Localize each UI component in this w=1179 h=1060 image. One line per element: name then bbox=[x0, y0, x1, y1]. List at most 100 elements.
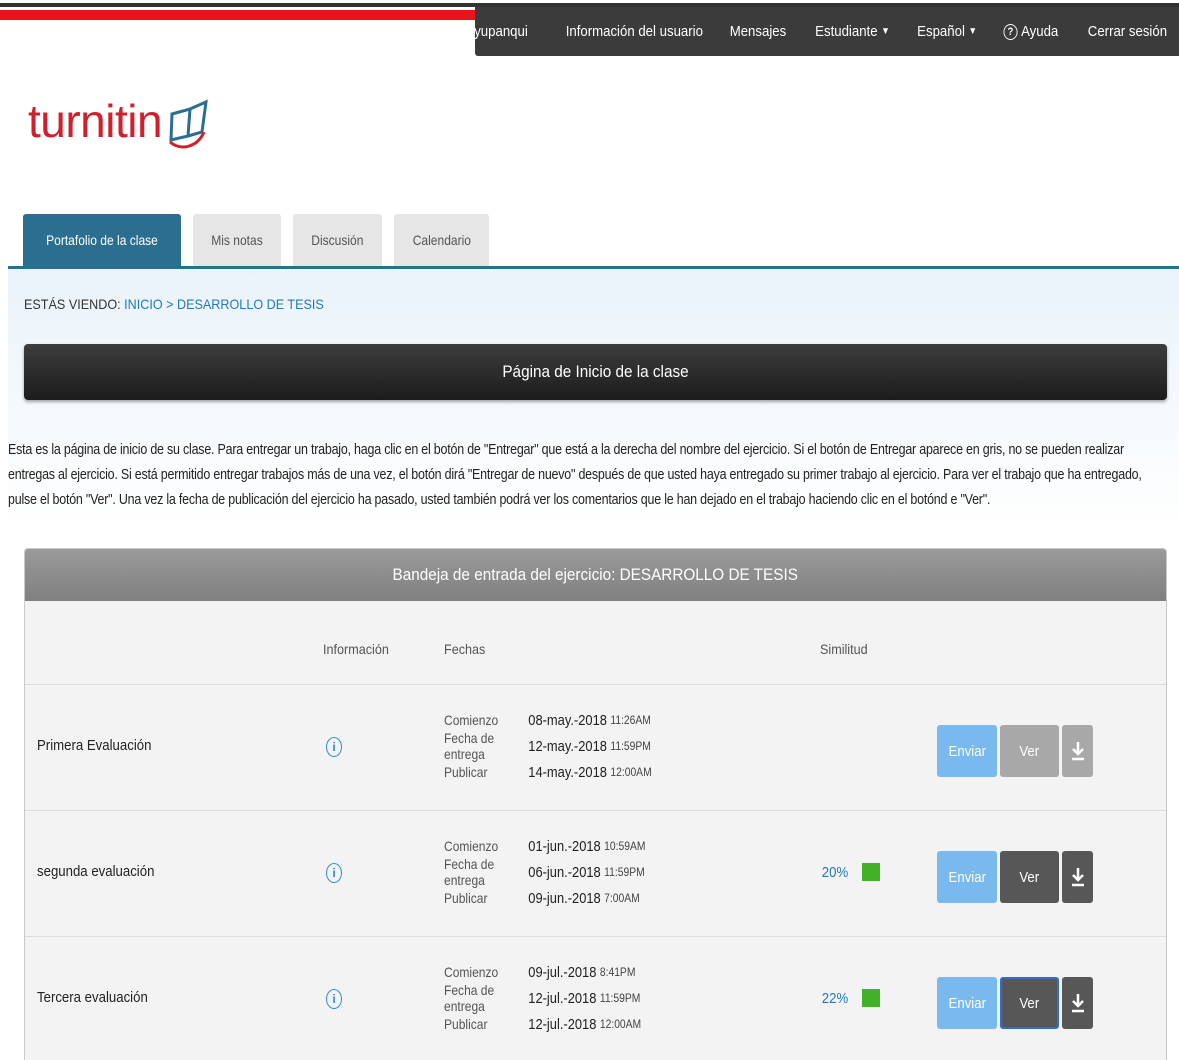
inbox-header: Bandeja de entrada del ejercicio: DESARR… bbox=[25, 549, 1166, 601]
role-label: Estudiante bbox=[814, 23, 878, 40]
due-date: 06-jun.-2018 bbox=[528, 863, 601, 881]
due-time: 11:59PM bbox=[610, 739, 651, 753]
inbox-column-headers: Información Fechas Similitud bbox=[25, 601, 1166, 685]
top-navigation: clinton dani ramos yupanqui Información … bbox=[363, 7, 1179, 56]
messages-label: Mensajes bbox=[729, 23, 786, 40]
submit-button[interactable]: Enviar bbox=[937, 725, 997, 777]
caret-down-icon: ▼ bbox=[967, 26, 977, 37]
tab-my-grades[interactable]: Mis notas bbox=[192, 214, 281, 266]
assignment-dates: Comienzo 08-may.-2018 11:26AM Fecha de ent… bbox=[444, 707, 652, 785]
post-time: 12:00AM bbox=[599, 1017, 642, 1031]
post-date: 12-jul.-2018 bbox=[528, 1015, 597, 1033]
view-label: Ver bbox=[1019, 742, 1040, 760]
assignment-row: segunda evaluación i Comienzo 01-jun.-201… bbox=[25, 811, 1166, 937]
assignment-name: Tercera evaluación bbox=[37, 989, 148, 1006]
download-icon bbox=[1071, 868, 1084, 887]
post-date-label: Publicar bbox=[444, 764, 488, 780]
class-tabs: Portafolio de la clase Mis notas Discusi… bbox=[23, 214, 490, 266]
tab-discussion[interactable]: Discusión bbox=[292, 214, 382, 266]
submit-label: Enviar bbox=[948, 868, 986, 886]
submit-button[interactable]: Enviar bbox=[937, 851, 997, 903]
user-info-link[interactable]: Información del usuario bbox=[565, 23, 702, 40]
caret-down-icon: ▼ bbox=[880, 26, 890, 37]
assignment-name: Primera Evaluación bbox=[37, 737, 152, 754]
column-header-similarity: Similitud bbox=[820, 641, 868, 657]
submit-label: Enviar bbox=[948, 742, 986, 760]
role-dropdown[interactable]: Estudiante ▼ bbox=[815, 23, 890, 40]
post-date-label: Publicar bbox=[444, 1016, 488, 1032]
brand-red-bar bbox=[0, 10, 480, 20]
user-name-link[interactable]: clinton dani ramos yupanqui bbox=[363, 23, 527, 40]
assignment-actions: Enviar Ver bbox=[937, 977, 1093, 1029]
tab-label: Calendario bbox=[412, 232, 471, 248]
assignment-dates: Comienzo 01-jun.-2018 10:59AM Fecha de ent… bbox=[444, 833, 645, 911]
start-date-label: Comienzo bbox=[444, 964, 499, 980]
start-time: 11:26AM bbox=[610, 713, 651, 727]
intro-text: Esta es la página de inicio de su clase.… bbox=[8, 442, 1142, 508]
inbox-title: Bandeja de entrada del ejercicio: DESARR… bbox=[392, 565, 799, 584]
tab-label: Discusión bbox=[311, 232, 364, 248]
download-button[interactable] bbox=[1062, 977, 1093, 1029]
logout-label: Cerrar sesión bbox=[1087, 23, 1167, 40]
logout-link[interactable]: Cerrar sesión bbox=[1088, 23, 1167, 40]
info-icon[interactable]: i bbox=[326, 737, 342, 757]
assignment-actions: Enviar Ver bbox=[937, 725, 1093, 777]
assignment-row: Primera Evaluación i Comienzo 08-may.-201… bbox=[25, 685, 1166, 811]
assignment-name: segunda evaluación bbox=[37, 863, 155, 880]
tab-label: Portafolio de la clase bbox=[46, 232, 158, 248]
view-button[interactable]: Ver bbox=[1000, 725, 1059, 777]
similarity-color-swatch bbox=[862, 989, 881, 1007]
breadcrumb-prefix: ESTÁS VIENDO: bbox=[24, 296, 121, 312]
similarity-score[interactable]: 22% bbox=[820, 989, 881, 1007]
breadcrumb-home-link[interactable]: INICIO bbox=[124, 296, 163, 312]
info-icon[interactable]: i bbox=[326, 863, 342, 883]
messages-link[interactable]: Mensajes bbox=[729, 23, 785, 40]
post-date: 09-jun.-2018 bbox=[528, 889, 601, 907]
view-label: Ver bbox=[1019, 994, 1040, 1012]
breadcrumb-current: DESARROLLO DE TESIS bbox=[177, 296, 324, 312]
start-time: 10:59AM bbox=[604, 839, 646, 853]
breadcrumb: ESTÁS VIENDO: INICIO > DESARROLLO DE TES… bbox=[24, 296, 324, 312]
post-time: 7:00AM bbox=[604, 891, 640, 905]
help-label: Ayuda bbox=[1020, 23, 1058, 40]
language-dropdown[interactable]: Español ▼ bbox=[917, 23, 977, 40]
download-button[interactable] bbox=[1062, 725, 1093, 777]
similarity-percent[interactable]: 20% bbox=[822, 864, 848, 881]
tab-class-portfolio[interactable]: Portafolio de la clase bbox=[23, 214, 181, 266]
post-date: 14-may.-2018 bbox=[528, 763, 607, 781]
tab-label: Mis notas bbox=[211, 232, 263, 248]
view-button[interactable]: Ver bbox=[1000, 977, 1059, 1029]
due-date-label: Fecha de entrega bbox=[444, 982, 495, 1014]
logo-mark-icon bbox=[169, 99, 208, 149]
submit-label: Enviar bbox=[948, 994, 986, 1012]
post-time: 12:00AM bbox=[610, 765, 652, 779]
download-button[interactable] bbox=[1062, 851, 1093, 903]
similarity-score[interactable]: 20% bbox=[820, 863, 881, 881]
due-time: 11:59PM bbox=[604, 865, 645, 879]
due-date-label: Fecha de entrega bbox=[444, 730, 495, 762]
info-icon[interactable]: i bbox=[326, 989, 342, 1009]
turnitin-logo[interactable]: turnitin bbox=[28, 88, 210, 154]
start-date-label: Comienzo bbox=[444, 712, 499, 728]
start-date: 01-jun.-2018 bbox=[528, 837, 601, 855]
similarity-color-swatch bbox=[862, 863, 881, 881]
submit-button[interactable]: Enviar bbox=[937, 977, 997, 1029]
help-link[interactable]: ? Ayuda bbox=[1003, 23, 1058, 40]
assignment-actions: Enviar Ver bbox=[937, 851, 1093, 903]
view-button[interactable]: Ver bbox=[1000, 851, 1059, 903]
breadcrumb-separator: > bbox=[166, 296, 174, 312]
start-date: 09-jul.-2018 bbox=[528, 963, 597, 981]
view-label: Ver bbox=[1019, 868, 1040, 886]
user-name-label: clinton dani ramos yupanqui bbox=[363, 23, 528, 40]
tab-calendar[interactable]: Calendario bbox=[393, 214, 490, 266]
assignment-inbox: Bandeja de entrada del ejercicio: DESARR… bbox=[24, 548, 1167, 1060]
logo-text: turnitin bbox=[28, 95, 163, 147]
similarity-percent[interactable]: 22% bbox=[822, 990, 848, 1007]
post-date-label: Publicar bbox=[444, 890, 488, 906]
column-header-dates: Fechas bbox=[444, 641, 486, 657]
start-date-label: Comienzo bbox=[444, 838, 499, 854]
user-info-label: Información del usuario bbox=[565, 23, 703, 40]
assignment-row: Tercera evaluación i Comienzo 09-jul.-201… bbox=[25, 937, 1166, 1060]
download-icon bbox=[1071, 994, 1084, 1013]
help-icon: ? bbox=[1003, 23, 1018, 40]
